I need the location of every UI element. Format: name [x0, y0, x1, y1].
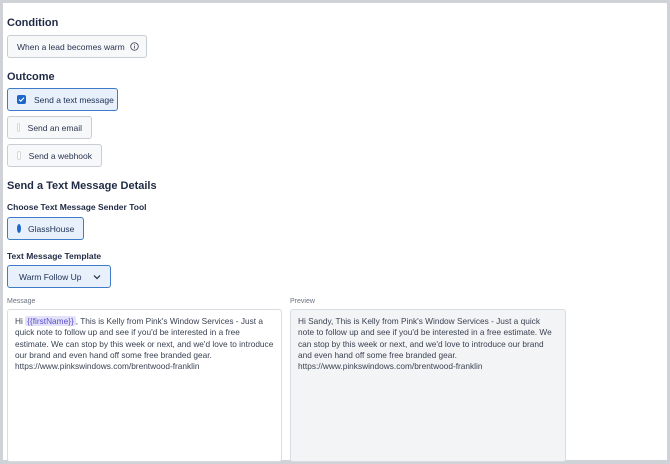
- outcome-option-label: Send a webhook: [28, 150, 92, 161]
- sender-tool-label: Choose Text Message Sender Tool: [7, 202, 147, 212]
- message-greeting: Hi: [15, 316, 23, 326]
- outcome-option-text-message[interactable]: Send a text message: [7, 88, 118, 111]
- outcome-option-webhook[interactable]: Send a webhook: [7, 144, 102, 167]
- message-editor[interactable]: Hi {{firstName}}, This is Kelly from Pin…: [7, 309, 282, 462]
- template-select-value: Warm Follow Up: [19, 271, 82, 282]
- outcome-heading: Outcome: [7, 71, 55, 83]
- radio-selected-icon[interactable]: [17, 224, 21, 233]
- info-icon[interactable]: [130, 42, 139, 51]
- automation-editor-panel: Condition When a lead becomes warm Outco…: [0, 0, 670, 464]
- template-select[interactable]: Warm Follow Up: [7, 265, 111, 288]
- checkbox-unchecked-icon[interactable]: [17, 123, 20, 132]
- outcome-option-label: Send a text message: [34, 94, 114, 105]
- outcome-option-email[interactable]: Send an email: [7, 116, 92, 139]
- condition-heading: Condition: [7, 17, 59, 29]
- message-label: Message: [7, 298, 36, 305]
- condition-trigger-chip[interactable]: When a lead becomes warm: [7, 35, 147, 58]
- message-preview: Hi Sandy, This is Kelly from Pink's Wind…: [290, 309, 566, 462]
- chevron-down-icon: [92, 272, 102, 282]
- condition-trigger-label: When a lead becomes warm: [17, 41, 125, 52]
- template-label: Text Message Template: [7, 251, 102, 261]
- preview-text: Hi Sandy, This is Kelly from Pink's Wind…: [298, 316, 552, 372]
- checkbox-checked-icon[interactable]: [17, 95, 26, 104]
- checkbox-unchecked-icon[interactable]: [17, 151, 21, 160]
- sender-option-glasshouse[interactable]: GlassHouse: [7, 217, 84, 240]
- preview-label: Preview: [290, 298, 315, 305]
- sender-option-label: GlassHouse: [28, 223, 75, 234]
- text-message-details-heading: Send a Text Message Details: [7, 180, 157, 192]
- first-name-token[interactable]: {{firstName}}: [25, 316, 76, 326]
- outcome-option-label: Send an email: [27, 122, 82, 133]
